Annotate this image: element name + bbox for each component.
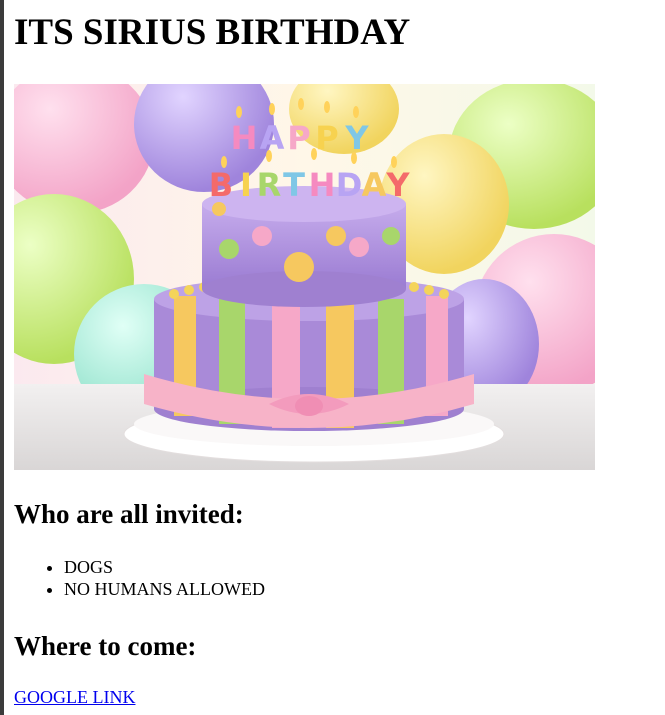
svg-text:R: R — [257, 166, 282, 204]
svg-text:T: T — [283, 166, 305, 204]
invited-heading: Who are all invited: — [14, 499, 244, 529]
svg-text:Y: Y — [385, 166, 410, 204]
svg-text:I: I — [240, 166, 252, 204]
svg-text:H: H — [309, 166, 336, 204]
svg-text:A: A — [362, 166, 387, 204]
svg-text:B: B — [209, 166, 233, 204]
svg-text:P: P — [315, 119, 338, 157]
page-title: ITS SIRIUS BIRTHDAY — [14, 12, 411, 53]
google-link[interactable]: GOOGLE LINK — [14, 687, 135, 708]
svg-text:H: H — [231, 119, 258, 157]
birthday-cake-image: H A P P Y B I R T H D A Y — [14, 84, 595, 470]
invited-list: DOGS NO HUMANS ALLOWED — [14, 556, 265, 600]
list-item: DOGS — [64, 556, 265, 578]
svg-text:D: D — [336, 166, 363, 204]
list-item: NO HUMANS ALLOWED — [64, 578, 265, 600]
window-left-border — [0, 0, 4, 715]
svg-text:A: A — [260, 119, 285, 157]
location-heading: Where to come: — [14, 631, 197, 661]
svg-text:Y: Y — [344, 119, 369, 157]
svg-text:P: P — [287, 119, 310, 157]
